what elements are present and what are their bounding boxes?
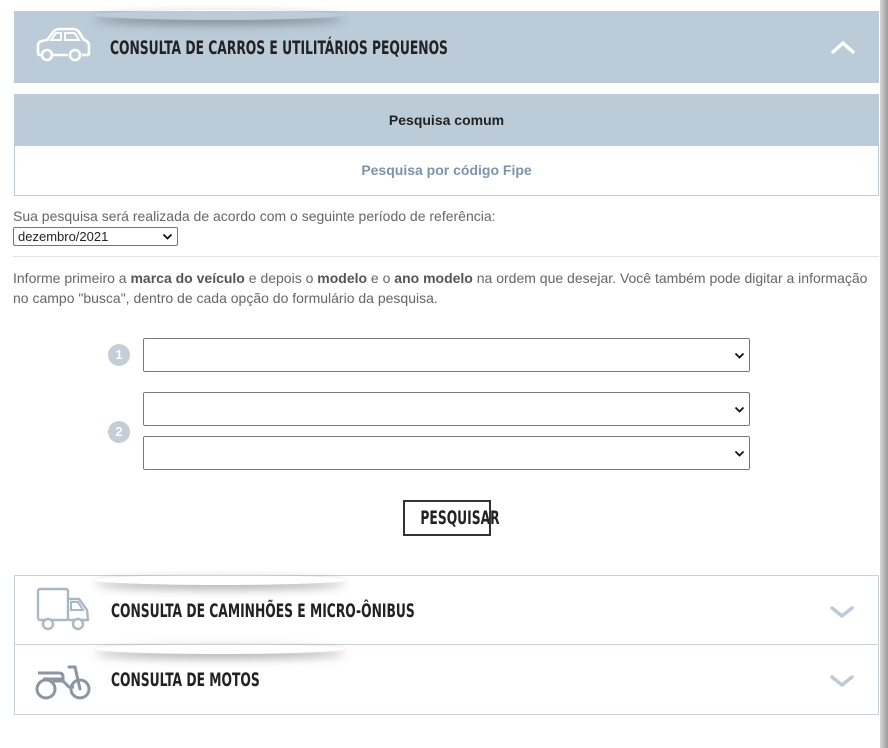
search-button[interactable]: PESQUISAR: [403, 500, 500, 536]
chevron-down-icon: [734, 352, 745, 359]
section-cars-header[interactable]: CONSULTA DE CARROS E UTILITÁRIOS PEQUENO…: [14, 11, 879, 83]
info-text-2: e depois o: [244, 270, 318, 286]
info-text-1: Informe primeiro a: [13, 270, 131, 286]
period-select[interactable]: dezembro/2021: [13, 227, 178, 246]
scrollbar[interactable]: [880, 0, 888, 748]
section-motos-header[interactable]: CONSULTA DE MOTOS: [14, 645, 879, 715]
brand-select[interactable]: [143, 338, 750, 372]
chevron-down-icon[interactable]: [828, 598, 856, 626]
motorcycle-icon: [35, 665, 91, 700]
section-motos-title: CONSULTA DE MOTOS: [111, 669, 260, 691]
header-shadow: [95, 644, 345, 654]
truck-icon: [36, 587, 90, 631]
info-text-3: e o: [367, 270, 395, 286]
tab-fipe-search-label: Pesquisa por código Fipe: [361, 162, 532, 178]
divider: [13, 256, 879, 257]
chevron-down-icon[interactable]: [828, 667, 856, 695]
section-cars-title: CONSULTA DE CARROS E UTILITÁRIOS PEQUENO…: [110, 37, 448, 59]
period-select-value: dezembro/2021: [18, 229, 109, 244]
info-bold-brand: marca do veículo: [130, 270, 245, 286]
chevron-down-icon: [162, 233, 173, 240]
period-label: Sua pesquisa será realizada de acordo co…: [13, 208, 496, 224]
chevron-up-icon[interactable]: [829, 33, 857, 61]
section-trucks-header[interactable]: CONSULTA DE CAMINHÕES E MICRO-ÔNIBUS: [14, 575, 879, 645]
car-icon: [36, 27, 91, 62]
section-trucks-title: CONSULTA DE CAMINHÕES E MICRO-ÔNIBUS: [111, 600, 415, 622]
chevron-down-icon: [734, 450, 745, 457]
header-shadow: [94, 10, 344, 20]
tab-common-search-label: Pesquisa comum: [388, 112, 505, 128]
step-1-badge: 1: [108, 344, 130, 366]
step-2-badge: 2: [108, 421, 130, 443]
tab-common-search[interactable]: Pesquisa comum: [14, 94, 879, 146]
chevron-down-icon: [734, 406, 745, 413]
year-select[interactable]: [143, 436, 750, 470]
info-bold-year: ano modelo: [394, 270, 473, 286]
info-bold-model: modelo: [317, 270, 368, 286]
instructions-text: Informe primeiro a marca do veículo e de…: [13, 268, 879, 308]
header-shadow: [95, 575, 345, 585]
model-select[interactable]: [143, 392, 750, 426]
search-button-label: PESQUISAR: [420, 507, 500, 529]
tab-fipe-search[interactable]: Pesquisa por código Fipe: [14, 146, 879, 196]
